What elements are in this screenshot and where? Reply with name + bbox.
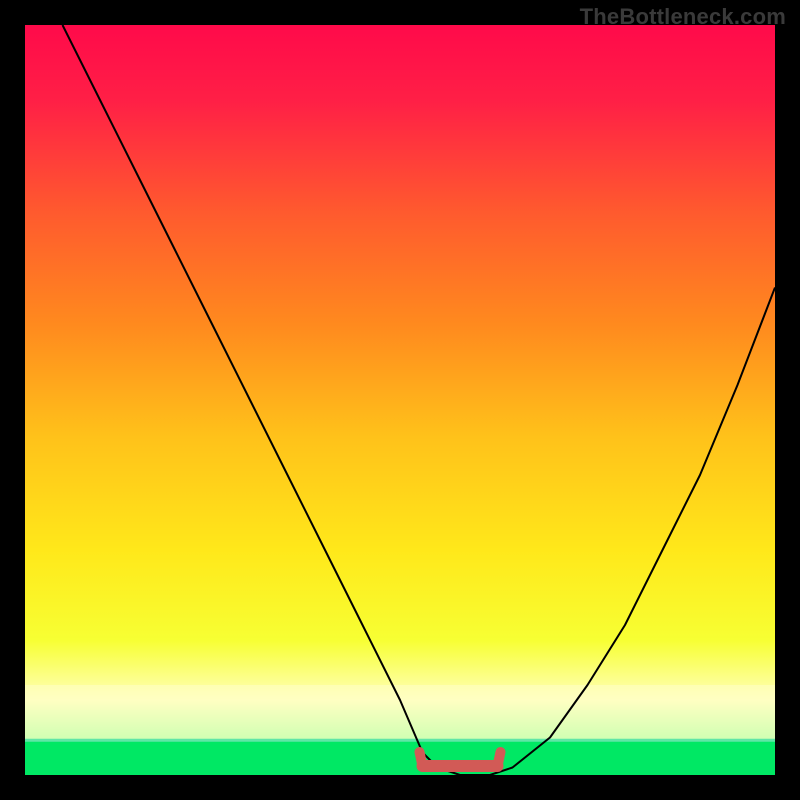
optimal-region-cap-right — [498, 752, 501, 766]
optimal-region-cap-left — [420, 752, 423, 766]
plot-area — [25, 25, 775, 775]
chart-frame: TheBottleneck.com — [0, 0, 800, 800]
pale-band — [25, 685, 775, 741]
green-band — [25, 741, 775, 775]
chart-svg — [25, 25, 775, 775]
watermark-text: TheBottleneck.com — [580, 4, 786, 30]
gradient-background — [25, 25, 775, 775]
